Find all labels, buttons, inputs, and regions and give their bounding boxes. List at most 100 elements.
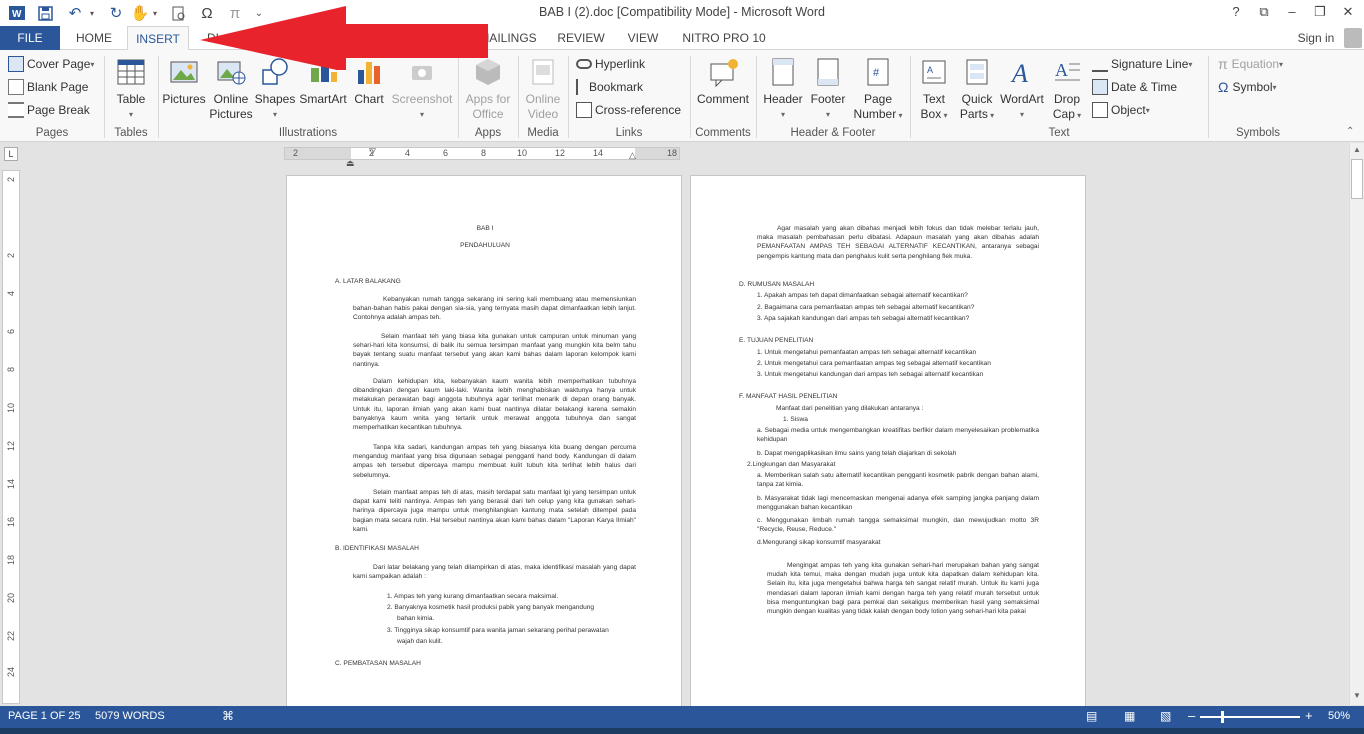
read-mode-icon[interactable]: ▤: [1086, 709, 1097, 723]
taskbar: [0, 728, 1364, 734]
list-item: 1. Siswa: [783, 416, 808, 423]
footer-button[interactable]: Footer ▾: [806, 54, 850, 124]
list-item: 2.Lingkungan dan Masyarakat: [747, 461, 836, 468]
ribbon-display-icon[interactable]: ⧉: [1252, 2, 1276, 22]
page-count[interactable]: PAGE 1 OF 25: [8, 710, 81, 722]
tab-view[interactable]: VIEW: [622, 26, 664, 50]
zoom-out-icon[interactable]: –: [1188, 708, 1195, 723]
header-button[interactable]: Header ▾: [760, 54, 806, 124]
restore-button[interactable]: ❐: [1308, 2, 1332, 22]
date-time-button[interactable]: Date & Time: [1092, 77, 1177, 97]
paragraph: Agar masalah yang akan dibahas menjadi l…: [757, 225, 1039, 260]
zoom-level[interactable]: 50%: [1328, 710, 1350, 722]
paragraph: Selain manfaat teh yang biasa kita gunak…: [353, 333, 636, 368]
help-button[interactable]: ?: [1224, 2, 1248, 22]
pi-icon: π: [1218, 56, 1228, 72]
tab-selector[interactable]: L: [4, 147, 18, 161]
red-arrow-annotation: [200, 6, 488, 70]
table-icon: [117, 59, 145, 85]
cover-page-icon: [8, 56, 24, 72]
quick-parts-button[interactable]: Quick Parts ▾: [956, 54, 998, 124]
cover-page-button[interactable]: Cover Page ▾: [8, 54, 94, 74]
list-item: b. Masyarakat tidak lagi mencemaskan men…: [757, 495, 1039, 512]
list-item: 1. Ampas teh yang kurang dimanfaatkan se…: [387, 593, 559, 600]
comment-icon: [710, 59, 738, 88]
object-icon: [1092, 102, 1108, 118]
minimize-button[interactable]: –: [1280, 2, 1304, 22]
vertical-ruler[interactable]: 2 2 4 6 8 10 12 14 16 18 20 22 24: [2, 170, 20, 704]
section-heading: F. MANFAAT HASIL PENELITIAN: [739, 393, 838, 400]
cross-reference-button[interactable]: Cross-reference: [576, 100, 681, 120]
text-box-button[interactable]: A Text Box ▾: [912, 54, 956, 124]
group-label-apps: Apps: [474, 127, 502, 139]
sign-in-link[interactable]: Sign in: [1290, 26, 1342, 50]
signature-line-button[interactable]: Signature Line ▾: [1092, 54, 1192, 74]
equation-button[interactable]: π Equation ▾: [1218, 54, 1283, 74]
page-number-icon: #: [867, 58, 889, 86]
table-button[interactable]: Table ▾: [108, 54, 154, 124]
list-item: a. Memberikan salah satu alternatif keca…: [757, 472, 1039, 489]
paragraph: Manfaat dari penelitian yang dilakukan a…: [776, 405, 924, 412]
zoom-slider-thumb[interactable]: [1221, 711, 1225, 723]
wordart-button[interactable]: A WordArt ▾: [998, 54, 1046, 124]
tab-home[interactable]: HOME: [66, 26, 122, 50]
paragraph: Tanpa kita sadari, kandungan ampas teh y…: [353, 444, 636, 479]
collapse-ribbon-icon[interactable]: ⌃: [1346, 126, 1354, 137]
first-line-indent-marker[interactable]: ▽: [369, 146, 376, 157]
scroll-up-icon[interactable]: ▲: [1353, 145, 1361, 154]
document-page-1[interactable]: BAB I PENDAHULUAN A. LATAR BALAKANG Keba…: [286, 175, 682, 715]
paragraph: Kebanyakan rumah tangga sekarang ini ser…: [353, 296, 636, 322]
hyperlink-button[interactable]: Hyperlink: [576, 54, 645, 74]
picture-icon: [170, 61, 198, 83]
chapter-subtitle: PENDAHULUAN: [460, 242, 510, 249]
group-label-media: Media: [527, 127, 559, 139]
bookmark-button[interactable]: Bookmark: [576, 77, 643, 97]
symbol-button[interactable]: Ω Symbol ▾: [1218, 77, 1277, 97]
group-label-tables: Tables: [114, 127, 148, 139]
list-item: wajah dan kulit.: [397, 638, 443, 645]
vertical-scrollbar[interactable]: ▲ ▼: [1349, 143, 1364, 705]
tab-review[interactable]: REVIEW: [554, 26, 608, 50]
tab-nitro[interactable]: NITRO PRO 10: [678, 26, 770, 50]
page-number-button[interactable]: # Page Number ▾: [850, 54, 906, 124]
page-break-button[interactable]: Page Break: [8, 100, 90, 120]
list-item: 3. Apa sajakah kandungan dari ampas teh …: [757, 315, 970, 322]
paragraph: Selain manfaat ampas teh di atas, masih …: [353, 489, 636, 533]
close-button[interactable]: ✕: [1336, 2, 1360, 22]
object-button[interactable]: Object ▾: [1092, 100, 1150, 120]
status-bar: PAGE 1 OF 25 5079 WORDS ⌘ ▤ ▦ ▧ – + 50%: [0, 706, 1364, 728]
list-item: 3. Untuk mengetahui kandungan dari ampas…: [757, 371, 984, 378]
blank-page-button[interactable]: Blank Page: [8, 77, 88, 97]
text-box-icon: A: [922, 60, 946, 84]
drop-cap-button[interactable]: A Drop Cap ▾: [1046, 54, 1088, 124]
tab-insert[interactable]: INSERT: [127, 26, 189, 51]
paragraph: Mengingat ampas teh yang kita gunakan se…: [767, 562, 1039, 616]
drop-cap-icon: A: [1055, 60, 1080, 81]
online-video-button[interactable]: Online Video: [520, 54, 566, 124]
calendar-icon: [1092, 79, 1108, 95]
group-label-comments: Comments: [695, 127, 751, 139]
word-count[interactable]: 5079 WORDS: [95, 710, 165, 722]
right-indent-marker[interactable]: △: [629, 150, 636, 161]
document-page-2[interactable]: Agar masalah yang akan dibahas menjadi l…: [690, 175, 1086, 715]
svg-text:#: #: [873, 67, 880, 79]
svg-text:A: A: [1010, 59, 1028, 88]
zoom-in-icon[interactable]: +: [1305, 708, 1313, 723]
proofing-icon[interactable]: ⌘: [222, 709, 234, 723]
group-label-header-footer: Header & Footer: [790, 127, 876, 139]
left-indent-marker[interactable]: ⏏: [346, 158, 355, 169]
list-item: 1. Apakah ampas teh dapat dimanfaatkan s…: [757, 292, 968, 299]
list-item: 1. Untuk mengetahui pemanfaatan ampas te…: [757, 349, 977, 356]
comment-button[interactable]: Comment: [692, 54, 754, 124]
cross-reference-icon: [576, 102, 592, 118]
zoom-slider-track[interactable]: [1200, 716, 1300, 718]
scrollbar-thumb[interactable]: [1351, 159, 1363, 199]
paragraph: Dalam kehidupan kita, kebanyakan kaum wa…: [353, 378, 636, 432]
scroll-down-icon[interactable]: ▼: [1353, 691, 1361, 700]
web-layout-icon[interactable]: ▧: [1160, 709, 1171, 723]
user-avatar-icon[interactable]: [1344, 28, 1362, 48]
tab-file[interactable]: FILE: [0, 26, 60, 50]
print-layout-icon[interactable]: ▦: [1124, 709, 1135, 723]
list-item: a. Sebagai media untuk mengembangkan kre…: [757, 427, 1039, 444]
horizontal-ruler[interactable]: 2 2 4 6 8 10 12 14 18 ▽ △: [284, 146, 680, 161]
